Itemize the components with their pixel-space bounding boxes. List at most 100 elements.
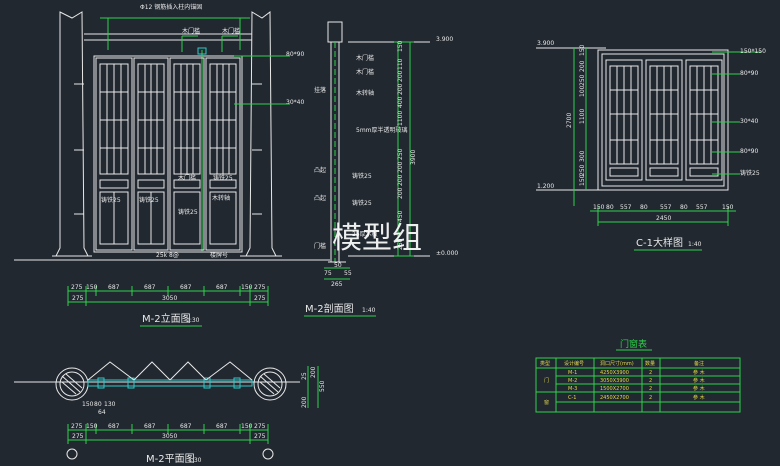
svg-text:参 木: 参 木 [693, 369, 705, 376]
dim-text: 150 [86, 284, 98, 291]
watermark-text: 模型组 [332, 221, 422, 256]
svg-text:557: 557 [620, 204, 632, 211]
svg-text:150: 150 [86, 423, 98, 430]
svg-text:M-2: M-2 [568, 378, 577, 384]
section-label: 木门槛 [356, 54, 374, 62]
callout-bottom: 25k 8@ [156, 252, 179, 259]
dim-text: 275 [72, 295, 84, 302]
svg-text:200: 200 [397, 174, 404, 186]
svg-text:687: 687 [216, 423, 228, 430]
svg-text:265: 265 [331, 281, 343, 288]
svg-text:687: 687 [144, 423, 156, 430]
window-vdims: 150 200 250 100 1100 300 250 150 2700 [566, 44, 586, 186]
schedule-headers: 类型 设计编号 洞口尺寸(mm) 数量 备注 [540, 360, 704, 367]
svg-text:2: 2 [649, 378, 652, 384]
svg-text:275: 275 [254, 433, 266, 440]
section-elev-top: 3.900 [436, 36, 453, 43]
window-detail: 3.900 1.200 150*150 80*90 30*40 80*90 铸铁… [536, 40, 766, 251]
svg-text:2700: 2700 [566, 113, 573, 128]
svg-text:参 木: 参 木 [693, 385, 705, 392]
section-label: 铸铁25 [352, 199, 372, 207]
svg-text:400: 400 [397, 96, 404, 108]
callout-threshold-2: 木门槛 [222, 27, 240, 35]
svg-text:80: 80 [640, 204, 648, 211]
svg-text:备注: 备注 [694, 360, 704, 367]
callout-30x40: 30*40 [286, 99, 304, 106]
window-title: C-1大样图 [636, 236, 683, 249]
svg-text:2: 2 [649, 395, 652, 401]
svg-text:200: 200 [579, 60, 586, 72]
section-label: 凸起 [314, 194, 326, 202]
section-elev-bottom: ±0.000 [436, 250, 458, 257]
svg-text:参 木: 参 木 [693, 394, 705, 401]
callout-cast-1: 铸铁25 [213, 174, 233, 182]
svg-text:150: 150 [397, 40, 404, 52]
svg-text:550: 550 [319, 380, 326, 392]
svg-text:2450X2700: 2450X2700 [600, 395, 629, 401]
section-cap [327, 21, 343, 43]
svg-text:200: 200 [310, 366, 317, 378]
plan-view: 25 200 200 550 150 80 130 64 275 150 687… [14, 361, 326, 465]
cad-drawing: Φ12 钢筋插入柱内锚固 木门槛 木门槛 80*90 30*40 木门槛 铸铁2… [14, 3, 766, 465]
svg-text:3050: 3050 [162, 433, 177, 440]
svg-text:C-1: C-1 [568, 395, 576, 401]
svg-text:4250X3900: 4250X3900 [600, 370, 629, 376]
svg-text:150: 150 [241, 423, 253, 430]
svg-text:100: 100 [579, 85, 586, 97]
dim-text: 275 [71, 284, 83, 291]
callout-cast-3: 铸铁25 [139, 196, 159, 204]
svg-text:130: 130 [104, 401, 116, 408]
front-title: M-2立面图 [142, 312, 191, 325]
callout-cast-2: 铸铁25 [101, 196, 121, 204]
svg-text:64: 64 [98, 409, 106, 416]
svg-text:150: 150 [579, 44, 586, 56]
section-view: 3.900 ±0.000 挂落 木门槛 木门槛 木转轴 5mm厚半透明玻璃 凸起… [304, 21, 458, 317]
svg-text:55: 55 [344, 270, 352, 277]
dim-text: 687 [144, 284, 156, 291]
svg-text:200: 200 [301, 396, 308, 408]
plan-swing-arcs [87, 361, 253, 381]
schedule-title: 门窗表 [620, 338, 647, 350]
section-label: 挂落 [314, 86, 326, 94]
dim-total: 3050 [162, 295, 177, 302]
svg-text:M-1: M-1 [568, 370, 577, 376]
svg-text:80: 80 [606, 204, 614, 211]
svg-text:设计编号: 设计编号 [564, 360, 584, 367]
callout-80x90: 80*90 [286, 51, 304, 58]
svg-text:687: 687 [180, 423, 192, 430]
plan-scale: 1:30 [188, 457, 202, 464]
svg-text:275: 275 [254, 423, 266, 430]
svg-text:洞口尺寸(mm): 洞口尺寸(mm) [600, 360, 634, 367]
window-callout: 80*90 [740, 148, 758, 155]
plan-column-left [55, 367, 89, 401]
window-callout: 30*40 [740, 118, 758, 125]
callout-cast-4: 铸铁25 [178, 208, 198, 216]
section-vdims: 150 110 200 200 400 1100 250 200 200 200… [397, 40, 417, 250]
svg-text:参 木: 参 木 [693, 377, 705, 384]
dim-text: 687 [216, 284, 228, 291]
window-hdims: 150 80 557 80 557 80 557 150 2450 [593, 204, 734, 222]
svg-text:275: 275 [72, 433, 84, 440]
window-callout: 150*150 [740, 48, 766, 55]
section-label: 木转轴 [356, 89, 374, 97]
svg-text:80: 80 [94, 401, 102, 408]
svg-text:200: 200 [397, 187, 404, 199]
svg-text:250: 250 [397, 148, 404, 160]
svg-text:150: 150 [82, 401, 94, 408]
svg-text:687: 687 [108, 423, 120, 430]
svg-text:200: 200 [397, 83, 404, 95]
dim-text: 275 [254, 295, 266, 302]
window-scale: 1:40 [688, 241, 702, 248]
callout-rebar: Φ12 钢筋插入柱内锚固 [140, 3, 202, 11]
svg-text:数量: 数量 [645, 360, 655, 367]
section-title: M-2剖面图 [305, 302, 354, 315]
section-label: 铸铁25 [352, 172, 372, 180]
svg-text:80: 80 [680, 204, 688, 211]
callout-threshold-3: 木门槛 [178, 174, 196, 182]
svg-text:200: 200 [397, 161, 404, 173]
svg-text:3900: 3900 [410, 150, 417, 165]
svg-text:类型: 类型 [540, 360, 550, 367]
svg-text:75: 75 [324, 270, 332, 277]
svg-text:2: 2 [649, 370, 652, 376]
front-scale: 1:30 [186, 317, 200, 324]
